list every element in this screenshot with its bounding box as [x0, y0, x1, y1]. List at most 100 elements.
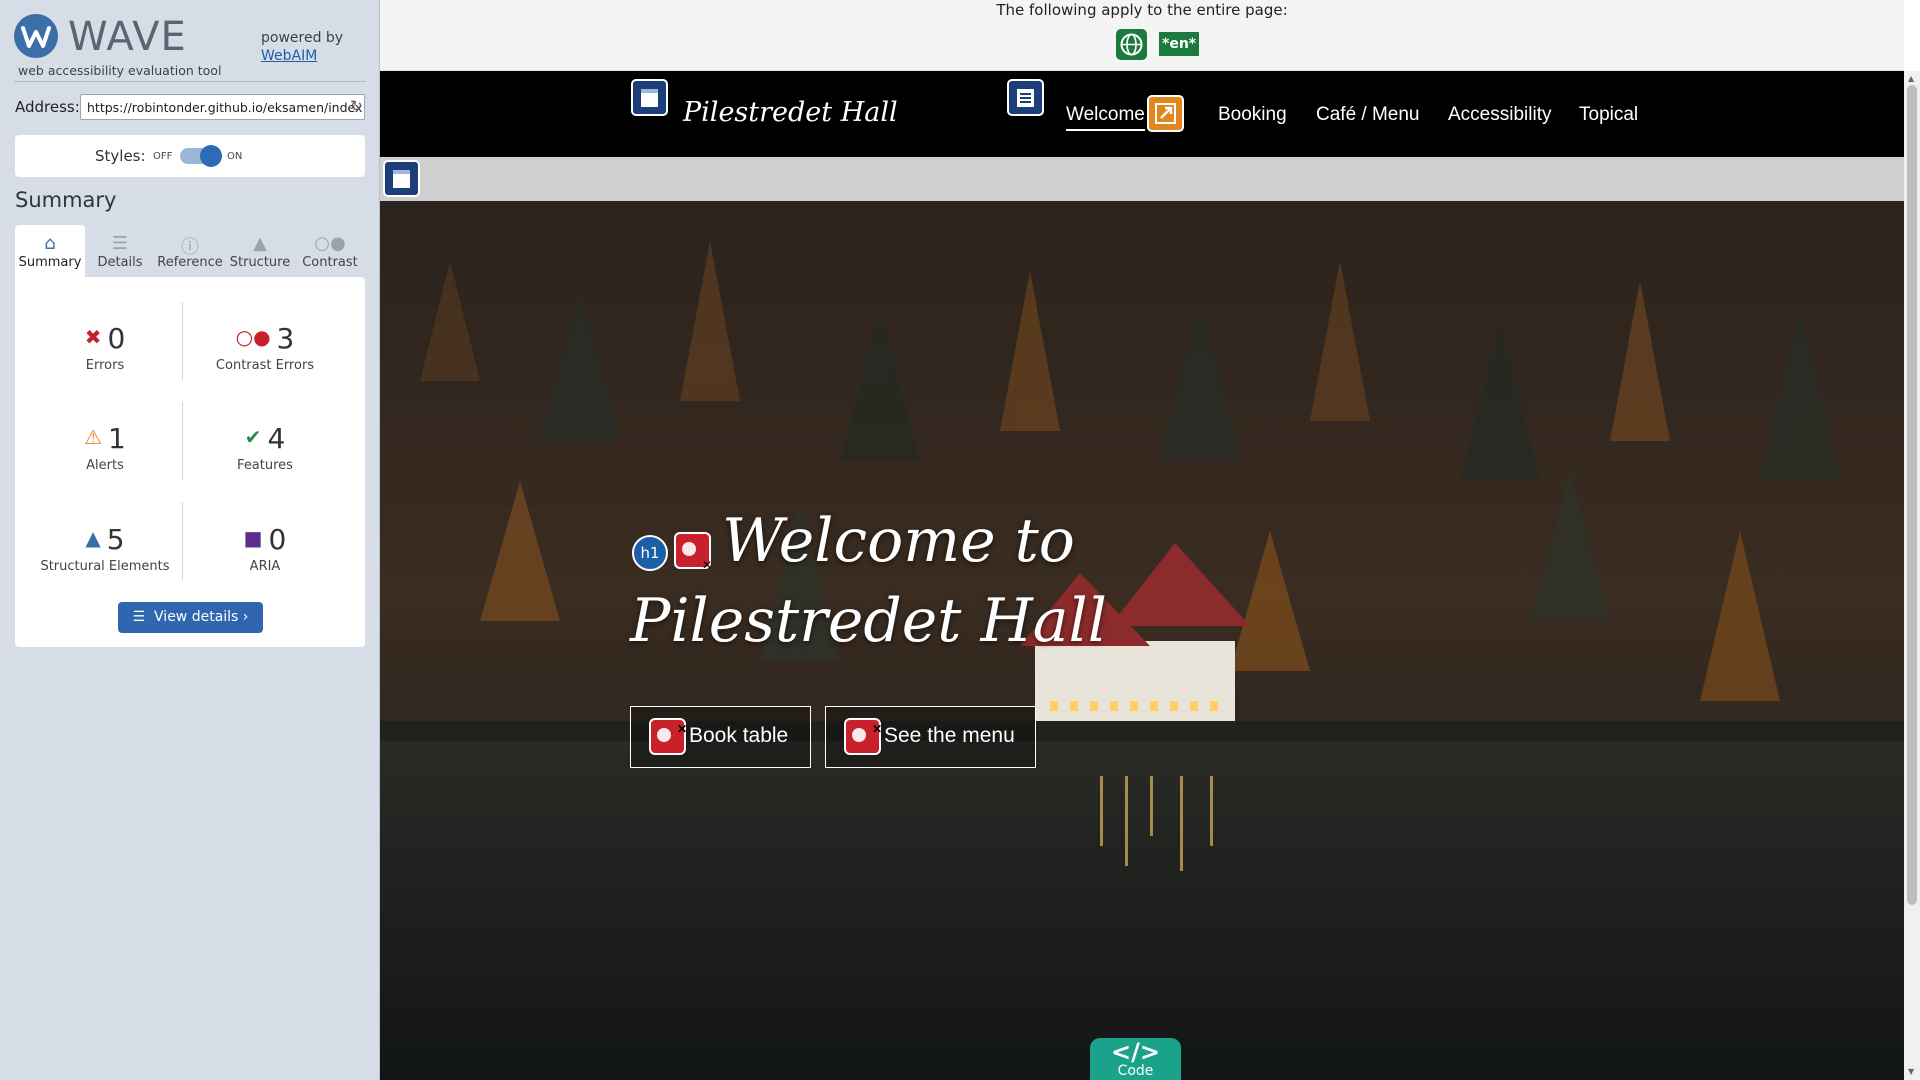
stat-errors[interactable]: ✖ 0 Errors: [30, 320, 180, 373]
wave-logo-icon: [14, 14, 58, 58]
tab-contrast[interactable]: ○● Contrast: [295, 225, 365, 277]
toggle-knob: [200, 145, 222, 167]
styles-toggle-card: Styles: OFF ON: [15, 135, 365, 177]
tab-summary[interactable]: ⌂ Summary: [15, 225, 85, 277]
wave-tabs: ⌂ Summary ☰ Details ⓘ Reference ▲ Struct…: [15, 225, 365, 277]
alerts-count: 1: [108, 422, 126, 455]
aria-label: ARIA: [249, 559, 281, 574]
tab-label: Reference: [157, 255, 223, 270]
close-icon: ✕: [676, 722, 687, 736]
stat-divider: [182, 302, 183, 380]
structure-icon: ▲: [253, 233, 267, 254]
close-icon: ✕: [871, 722, 882, 736]
nav-welcome-label: Welcome: [1066, 104, 1145, 125]
document-notice: The following apply to the entire page: …: [380, 0, 1904, 71]
address-bar: Address: https://robintonder.github.io/e…: [15, 94, 365, 120]
tab-label: Structure: [229, 255, 291, 270]
site-brand[interactable]: Pilestredet Hall: [683, 97, 898, 128]
hero-heading: Welcome to Pilestredet Hall: [630, 501, 1107, 661]
tab-label: Contrast: [302, 255, 358, 270]
list-icon: ☰: [132, 609, 155, 625]
summary-heading: Summary: [15, 188, 117, 212]
tab-details[interactable]: ☰ Details: [85, 225, 155, 277]
scroll-down-icon[interactable]: ▼: [1908, 1067, 1914, 1076]
stat-contrast-errors[interactable]: ○● 3 Contrast Errors: [190, 320, 340, 373]
wave-tagline: web accessibility evaluation tool: [18, 63, 222, 78]
alerts-label: Alerts: [86, 458, 124, 473]
stat-aria[interactable]: ■ 0 ARIA: [190, 521, 340, 574]
address-label: Address:: [15, 98, 80, 116]
contrast-error-icon[interactable]: ✕: [844, 718, 882, 755]
contrast-label: Contrast Errors: [215, 358, 315, 373]
site-navbar: Pilestredet Hall Welcome Booking Café / …: [380, 71, 1904, 157]
evaluated-page: The following apply to the entire page: …: [380, 0, 1920, 1080]
webaim-link[interactable]: WebAIM: [261, 47, 343, 65]
redundant-link-alert-icon[interactable]: [1147, 95, 1184, 132]
wave-sidebar: WAVE web accessibility evaluation tool p…: [0, 0, 380, 1080]
structure-tree-icon: ▲: [85, 526, 101, 550]
list-icon: ☰: [111, 233, 129, 254]
styles-on-label: ON: [227, 151, 243, 162]
main-region-icon[interactable]: [383, 160, 420, 197]
powered-by-text: powered by: [261, 30, 344, 46]
globe-icon[interactable]: [1116, 29, 1147, 60]
code-toggle-button[interactable]: </> Code: [1090, 1038, 1181, 1080]
contrast-count: 3: [276, 322, 295, 355]
nav-welcome[interactable]: Welcome: [1066, 104, 1145, 131]
errors-count: 0: [107, 322, 126, 355]
wave-wordmark: WAVE: [68, 14, 187, 60]
styles-label: Styles:: [95, 147, 146, 165]
structural-label: Structural Elements: [40, 559, 170, 574]
nav-booking[interactable]: Booking: [1218, 104, 1287, 126]
info-icon: ⓘ: [181, 237, 199, 258]
features-count: 4: [267, 422, 286, 455]
styles-off-label: OFF: [153, 151, 173, 162]
alert-icon: ⚠: [84, 425, 103, 449]
error-icon: ✖: [84, 325, 102, 349]
styles-toggle[interactable]: [180, 145, 222, 167]
tab-reference[interactable]: ⓘ Reference: [155, 225, 225, 277]
feature-check-icon: ✔: [244, 425, 262, 449]
aria-count: 0: [268, 523, 287, 556]
page-scrollbar[interactable]: ▲ ▼: [1904, 71, 1920, 1080]
errors-label: Errors: [85, 358, 125, 373]
view-details-label: View details ›: [154, 609, 249, 625]
see-menu-button[interactable]: ✕ See the menu: [825, 706, 1036, 768]
features-label: Features: [237, 458, 293, 473]
navigation-region-icon[interactable]: [1007, 79, 1044, 116]
stat-divider: [182, 402, 183, 480]
address-input[interactable]: https://robintonder.github.io/eksamen/in…: [80, 94, 365, 120]
tab-label: Summary: [18, 255, 82, 270]
view-details-button[interactable]: ☰ View details ›: [118, 602, 263, 633]
book-table-button[interactable]: ✕ Book table: [630, 706, 811, 768]
tab-structure[interactable]: ▲ Structure: [225, 225, 295, 277]
main-region-band: [380, 157, 1904, 201]
hero-heading-line2: Pilestredet Hall: [630, 586, 1107, 656]
header-region-icon[interactable]: [631, 79, 668, 116]
nav-cafe-menu[interactable]: Café / Menu: [1316, 104, 1420, 126]
hero-background-image: [380, 201, 1904, 1080]
nav-accessibility[interactable]: Accessibility: [1448, 104, 1551, 126]
tab-label: Details: [97, 255, 143, 270]
see-menu-label: See the menu: [884, 724, 1015, 747]
stat-alerts[interactable]: ⚠ 1 Alerts: [30, 420, 180, 473]
contrast-icon: ○●: [314, 233, 346, 254]
nav-topical[interactable]: Topical: [1579, 104, 1638, 126]
wave-brand: WAVE web accessibility evaluation tool p…: [14, 12, 366, 82]
scroll-up-icon[interactable]: ▲: [1908, 74, 1914, 83]
hero-section: h1 ✕ Welcome to Pilestredet Hall ✕ Book …: [380, 201, 1904, 1080]
powered-by: powered by WebAIM: [261, 29, 343, 65]
stat-structural[interactable]: ▲ 5 Structural Elements: [30, 521, 180, 574]
document-notice-text: The following apply to the entire page:: [996, 1, 1288, 19]
language-tag[interactable]: *en*: [1159, 32, 1200, 56]
aria-icon: ■: [243, 526, 263, 550]
stat-features[interactable]: ✔ 4 Features: [190, 420, 340, 473]
summary-card: ✖ 0 Errors ○● 3 Contrast Errors ⚠ 1 Alerts …: [15, 277, 365, 647]
book-table-label: Book table: [689, 724, 789, 747]
scrollbar-thumb[interactable]: [1907, 85, 1917, 905]
refresh-icon[interactable]: ↻: [350, 97, 363, 115]
hero-heading-line1: Welcome to: [722, 506, 1075, 576]
structural-count: 5: [106, 523, 125, 556]
contrast-error-icon: ○●: [235, 325, 271, 349]
contrast-error-icon[interactable]: ✕: [649, 718, 687, 755]
